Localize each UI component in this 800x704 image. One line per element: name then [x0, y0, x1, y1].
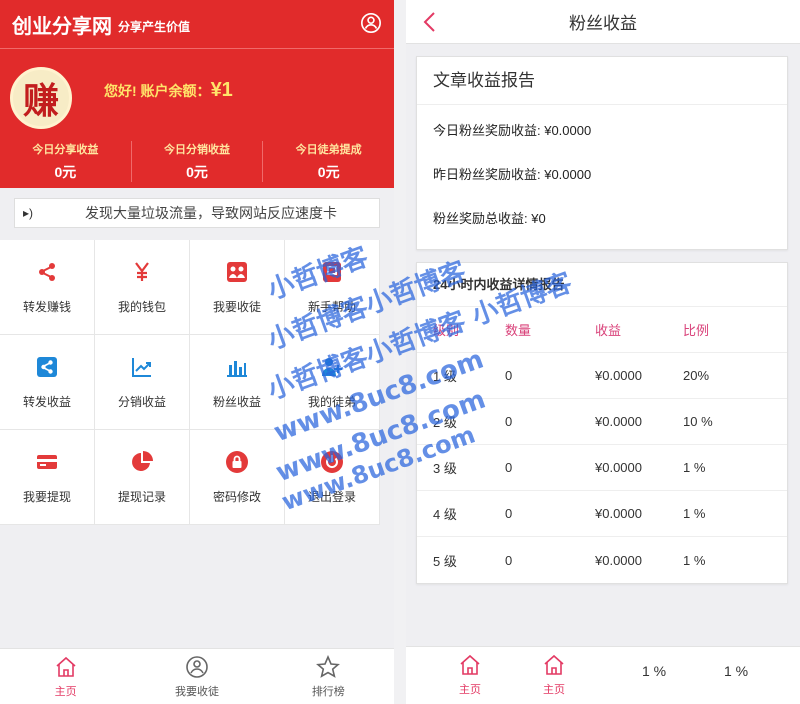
right-tabbar: 主页 主页 1 % 1 %	[406, 646, 800, 704]
table-row: 1 级 0 ¥0.0000 20%	[417, 353, 787, 399]
share-icon	[39, 262, 55, 281]
today-stats: 今日分享收益 0元 今日分销收益 0元 今日徒弟提成 0元	[0, 141, 394, 182]
detail-report-title: 24小时内收益详情报告	[417, 263, 787, 307]
add-user-icon	[322, 357, 342, 376]
article-report-title: 文章收益报告	[417, 57, 787, 105]
share-box-icon	[37, 356, 57, 377]
stat-share: 今日分享收益 0元	[0, 141, 132, 182]
menu-item-fans-income[interactable]: 粉丝收益	[190, 335, 285, 430]
menu-item-withdraw-records[interactable]: 提现记录	[95, 430, 190, 525]
notice-text: 发现大量垃圾流量，导致网站反应速度卡	[85, 205, 337, 221]
menu-item-share-income[interactable]: 转发收益	[0, 335, 95, 430]
today-fans-income: 今日粉丝奖励收益: ¥0.0000	[433, 123, 592, 138]
speaker-icon: ▸)	[23, 206, 34, 220]
tab-home-duplicate[interactable]: 主页	[534, 653, 574, 697]
balance-text: 您好! 账户余额：¥1	[104, 79, 233, 101]
back-arrow-icon[interactable]	[422, 11, 436, 33]
table-header: 级别 数量 收益 比例	[417, 307, 787, 353]
menu-item-logout[interactable]: 退出登录	[285, 430, 380, 525]
menu-item-change-password[interactable]: 密码修改	[190, 430, 285, 525]
site-slogan: 分享产生价值	[118, 19, 191, 34]
menu-item-apprentices[interactable]: 我的徒弟	[285, 335, 380, 430]
card-icon	[37, 454, 57, 469]
menu-item-distribution-income[interactable]: 分销收益	[95, 335, 190, 430]
avatar: 赚	[10, 67, 72, 129]
menu-item-withdraw[interactable]: 我要提现	[0, 430, 95, 525]
pie-icon	[132, 450, 153, 471]
group-icon	[227, 261, 247, 282]
bottom-percentage: 1 %	[642, 663, 667, 679]
table-row: 4 级 0 ¥0.0000 1 %	[417, 491, 787, 537]
table-row: 3 级 0 ¥0.0000 1 %	[417, 445, 787, 491]
right-phone-screen: 粉丝收益 文章收益报告 今日粉丝奖励收益: ¥0.0000 昨日粉丝奖励收益: …	[406, 0, 800, 704]
bottom-percentage: 1 %	[724, 663, 749, 679]
yen-icon	[135, 261, 149, 281]
table-row: 5 级 0 ¥0.0000 1 %	[433, 552, 706, 569]
bar-chart-icon	[227, 360, 247, 377]
tab-ranking[interactable]: 排行榜	[263, 649, 394, 704]
article-report-card: 文章收益报告 今日粉丝奖励收益: ¥0.0000 昨日粉丝奖励收益: ¥0.00…	[416, 56, 788, 250]
menu-item-share-earn[interactable]: 转发赚钱	[0, 240, 95, 335]
right-header: 粉丝收益	[406, 0, 800, 44]
user-icon[interactable]	[360, 12, 382, 34]
home-icon	[56, 656, 76, 677]
help-icon	[323, 261, 341, 282]
stat-distribution: 今日分销收益 0元	[132, 141, 264, 182]
menu-item-wallet[interactable]: 我的钱包	[95, 240, 190, 335]
menu-item-recruit[interactable]: 我要收徒	[190, 240, 285, 335]
trend-icon	[132, 357, 151, 377]
menu-item-help[interactable]: 新手帮助	[285, 240, 380, 335]
balance-value: ¥1	[210, 79, 233, 101]
tab-recruit[interactable]: 我要收徒	[131, 649, 262, 704]
power-icon	[321, 450, 343, 473]
home-icon	[544, 654, 564, 675]
total-fans-income: 粉丝奖励总收益: ¥0	[433, 211, 546, 226]
star-icon	[316, 654, 341, 678]
lock-icon	[226, 450, 248, 473]
left-phone-screen: 创业分享网 分享产生价值 赚 您好! 账户余额：¥1 今日分享收益 0元 今日分销…	[0, 0, 394, 704]
person-circle-icon	[186, 655, 208, 678]
left-tabbar: 主页 我要收徒 排行榜	[0, 648, 394, 704]
yesterday-fans-income: 昨日粉丝奖励收益: ¥0.0000	[433, 167, 592, 182]
left-header: 创业分享网 分享产生价值	[0, 0, 394, 48]
stat-apprentice: 今日徒弟提成 0元	[295, 144, 362, 180]
notice-bar[interactable]: ▸) 发现大量垃圾流量，导致网站反应速度卡	[14, 198, 380, 228]
table-row: 2 级 0 ¥0.0000 10 %	[417, 399, 787, 445]
tab-home[interactable]: 主页	[0, 649, 131, 704]
detail-report-card: 24小时内收益详情报告 级别 数量 收益 比例 1 级 0 ¥0.0000 20% 2…	[416, 262, 788, 584]
tab-home[interactable]: 主页	[450, 653, 490, 697]
site-title: 创业分享网	[12, 15, 112, 38]
account-banner: 赚 您好! 账户余额：¥1 今日分享收益 0元 今日分销收益 0元 今日徒弟提成 0元	[0, 48, 394, 188]
page-title: 粉丝收益	[569, 14, 637, 33]
home-icon	[460, 654, 480, 675]
menu-grid: 转发赚钱 我的钱包 我要收徒 新手帮助 转发收益 分销收益 粉丝收益 我的徒弟	[0, 240, 380, 525]
